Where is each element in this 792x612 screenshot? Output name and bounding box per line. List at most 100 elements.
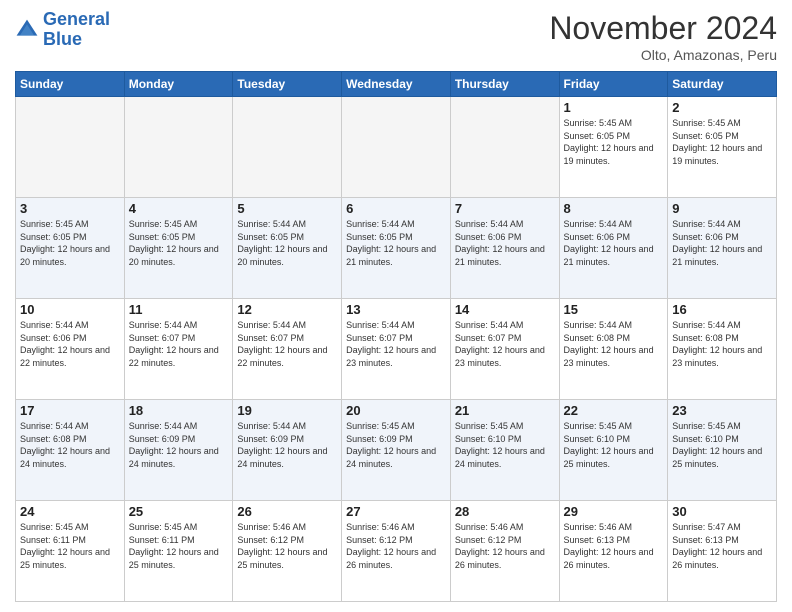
day-number: 29 <box>564 504 664 519</box>
day-info: Sunrise: 5:44 AM Sunset: 6:06 PM Dayligh… <box>672 218 772 268</box>
day-info: Sunrise: 5:44 AM Sunset: 6:05 PM Dayligh… <box>237 218 337 268</box>
calendar-week-1: 1 Sunrise: 5:45 AM Sunset: 6:05 PM Daylig… <box>16 97 777 198</box>
day-number: 2 <box>672 100 772 115</box>
calendar-cell <box>233 97 342 198</box>
day-number: 25 <box>129 504 229 519</box>
calendar-cell: 21 Sunrise: 5:45 AM Sunset: 6:10 PM Dayli… <box>450 400 559 501</box>
day-info: Sunrise: 5:46 AM Sunset: 6:12 PM Dayligh… <box>455 521 555 571</box>
calendar-cell: 9 Sunrise: 5:44 AM Sunset: 6:06 PM Daylig… <box>668 198 777 299</box>
calendar-cell: 8Sunrise: 5:44 AM Sunset: 6:06 PM Daylig… <box>559 198 668 299</box>
logo-text: General Blue <box>43 10 110 50</box>
calendar-cell: 26 Sunrise: 5:46 AM Sunset: 6:12 PM Dayli… <box>233 501 342 602</box>
calendar-cell: 30Sunrise: 5:47 AM Sunset: 6:13 PM Dayli… <box>668 501 777 602</box>
day-info: Sunrise: 5:44 AM Sunset: 6:05 PM Dayligh… <box>346 218 446 268</box>
header-sunday: Sunday <box>16 72 125 97</box>
weekday-header-row: Sunday Monday Tuesday Wednesday Thursday… <box>16 72 777 97</box>
calendar-cell: 24Sunrise: 5:45 AM Sunset: 6:11 PM Dayli… <box>16 501 125 602</box>
day-info: Sunrise: 5:45 AM Sunset: 6:10 PM Dayligh… <box>564 420 664 470</box>
day-info: Sunrise: 5:45 AM Sunset: 6:10 PM Dayligh… <box>455 420 555 470</box>
calendar-body: 1 Sunrise: 5:45 AM Sunset: 6:05 PM Daylig… <box>16 97 777 602</box>
day-info: Sunrise: 5:46 AM Sunset: 6:13 PM Dayligh… <box>564 521 664 571</box>
day-number: 10 <box>20 302 120 317</box>
header-monday: Monday <box>124 72 233 97</box>
day-info: Sunrise: 5:46 AM Sunset: 6:12 PM Dayligh… <box>237 521 337 571</box>
logo-line2: Blue <box>43 29 82 49</box>
logo: General Blue <box>15 10 110 50</box>
day-info: Sunrise: 5:44 AM Sunset: 6:09 PM Dayligh… <box>237 420 337 470</box>
day-info: Sunrise: 5:44 AM Sunset: 6:08 PM Dayligh… <box>672 319 772 369</box>
calendar-cell <box>16 97 125 198</box>
day-info: Sunrise: 5:44 AM Sunset: 6:07 PM Dayligh… <box>237 319 337 369</box>
calendar-cell: 3Sunrise: 5:45 AM Sunset: 6:05 PM Daylig… <box>16 198 125 299</box>
calendar-week-4: 17 Sunrise: 5:44 AM Sunset: 6:08 PM Dayli… <box>16 400 777 501</box>
day-info: Sunrise: 5:44 AM Sunset: 6:07 PM Dayligh… <box>455 319 555 369</box>
day-number: 17 <box>20 403 120 418</box>
day-number: 22 <box>564 403 664 418</box>
day-number: 12 <box>237 302 337 317</box>
calendar-cell: 11Sunrise: 5:44 AM Sunset: 6:07 PM Dayli… <box>124 299 233 400</box>
day-number: 6 <box>346 201 446 216</box>
day-info: Sunrise: 5:44 AM Sunset: 6:07 PM Dayligh… <box>346 319 446 369</box>
header: General Blue November 2024 Olto, Amazona… <box>15 10 777 63</box>
day-number: 5 <box>237 201 337 216</box>
day-number: 14 <box>455 302 555 317</box>
calendar-cell: 10 Sunrise: 5:44 AM Sunset: 6:06 PM Dayli… <box>16 299 125 400</box>
calendar: Sunday Monday Tuesday Wednesday Thursday… <box>15 71 777 602</box>
calendar-cell: 29 Sunrise: 5:46 AM Sunset: 6:13 PM Dayli… <box>559 501 668 602</box>
day-info: Sunrise: 5:44 AM Sunset: 6:07 PM Dayligh… <box>129 319 229 369</box>
day-number: 27 <box>346 504 446 519</box>
day-info: Sunrise: 5:47 AM Sunset: 6:13 PM Dayligh… <box>672 521 772 571</box>
month-title: November 2024 <box>549 10 777 47</box>
day-number: 7 <box>455 201 555 216</box>
header-wednesday: Wednesday <box>342 72 451 97</box>
calendar-cell: 22 Sunrise: 5:45 AM Sunset: 6:10 PM Dayli… <box>559 400 668 501</box>
day-info: Sunrise: 5:45 AM Sunset: 6:05 PM Dayligh… <box>564 117 664 167</box>
calendar-cell: 25Sunrise: 5:45 AM Sunset: 6:11 PM Dayli… <box>124 501 233 602</box>
calendar-header: Sunday Monday Tuesday Wednesday Thursday… <box>16 72 777 97</box>
subtitle: Olto, Amazonas, Peru <box>549 47 777 63</box>
day-info: Sunrise: 5:45 AM Sunset: 6:05 PM Dayligh… <box>129 218 229 268</box>
day-number: 26 <box>237 504 337 519</box>
calendar-cell <box>124 97 233 198</box>
header-friday: Friday <box>559 72 668 97</box>
day-number: 1 <box>564 100 664 115</box>
calendar-cell: 19 Sunrise: 5:44 AM Sunset: 6:09 PM Dayli… <box>233 400 342 501</box>
logo-line1: General <box>43 9 110 29</box>
day-number: 16 <box>672 302 772 317</box>
calendar-cell: 27 Sunrise: 5:46 AM Sunset: 6:12 PM Dayli… <box>342 501 451 602</box>
calendar-cell <box>450 97 559 198</box>
calendar-cell: 14 Sunrise: 5:44 AM Sunset: 6:07 PM Dayli… <box>450 299 559 400</box>
day-number: 18 <box>129 403 229 418</box>
calendar-cell: 5 Sunrise: 5:44 AM Sunset: 6:05 PM Daylig… <box>233 198 342 299</box>
day-info: Sunrise: 5:44 AM Sunset: 6:06 PM Dayligh… <box>20 319 120 369</box>
day-info: Sunrise: 5:45 AM Sunset: 6:09 PM Dayligh… <box>346 420 446 470</box>
day-info: Sunrise: 5:44 AM Sunset: 6:09 PM Dayligh… <box>129 420 229 470</box>
calendar-week-2: 3Sunrise: 5:45 AM Sunset: 6:05 PM Daylig… <box>16 198 777 299</box>
calendar-cell: 2Sunrise: 5:45 AM Sunset: 6:05 PM Daylig… <box>668 97 777 198</box>
calendar-cell: 4 Sunrise: 5:45 AM Sunset: 6:05 PM Daylig… <box>124 198 233 299</box>
page: General Blue November 2024 Olto, Amazona… <box>0 0 792 612</box>
day-number: 19 <box>237 403 337 418</box>
day-number: 15 <box>564 302 664 317</box>
day-number: 13 <box>346 302 446 317</box>
calendar-cell: 20Sunrise: 5:45 AM Sunset: 6:09 PM Dayli… <box>342 400 451 501</box>
day-info: Sunrise: 5:46 AM Sunset: 6:12 PM Dayligh… <box>346 521 446 571</box>
day-info: Sunrise: 5:45 AM Sunset: 6:10 PM Dayligh… <box>672 420 772 470</box>
calendar-cell: 7Sunrise: 5:44 AM Sunset: 6:06 PM Daylig… <box>450 198 559 299</box>
header-tuesday: Tuesday <box>233 72 342 97</box>
calendar-cell: 1 Sunrise: 5:45 AM Sunset: 6:05 PM Daylig… <box>559 97 668 198</box>
calendar-cell: 6 Sunrise: 5:44 AM Sunset: 6:05 PM Daylig… <box>342 198 451 299</box>
day-info: Sunrise: 5:44 AM Sunset: 6:06 PM Dayligh… <box>564 218 664 268</box>
day-info: Sunrise: 5:44 AM Sunset: 6:08 PM Dayligh… <box>20 420 120 470</box>
calendar-cell: 28 Sunrise: 5:46 AM Sunset: 6:12 PM Dayli… <box>450 501 559 602</box>
calendar-cell: 15Sunrise: 5:44 AM Sunset: 6:08 PM Dayli… <box>559 299 668 400</box>
day-number: 28 <box>455 504 555 519</box>
day-number: 4 <box>129 201 229 216</box>
day-number: 9 <box>672 201 772 216</box>
title-area: November 2024 Olto, Amazonas, Peru <box>549 10 777 63</box>
calendar-week-3: 10 Sunrise: 5:44 AM Sunset: 6:06 PM Dayli… <box>16 299 777 400</box>
day-number: 21 <box>455 403 555 418</box>
day-number: 23 <box>672 403 772 418</box>
header-thursday: Thursday <box>450 72 559 97</box>
day-info: Sunrise: 5:45 AM Sunset: 6:05 PM Dayligh… <box>20 218 120 268</box>
